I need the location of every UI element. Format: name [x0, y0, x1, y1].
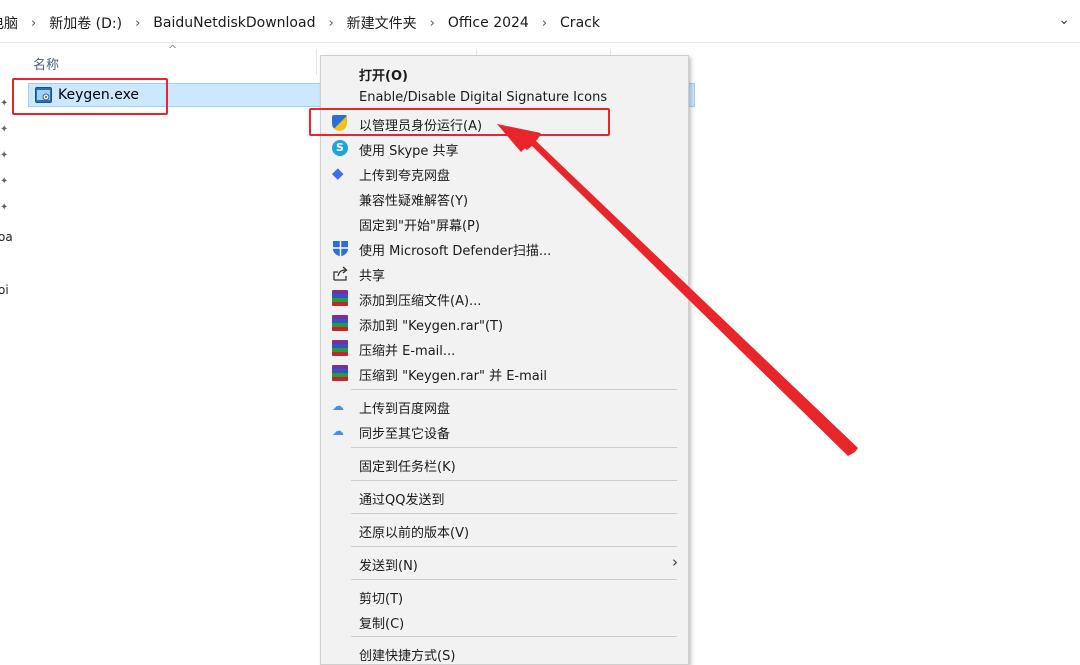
menu-item-restore-previous-versions[interactable]: 还原以前的版本(V)	[321, 518, 688, 542]
menu-item-label: 添加到压缩文件(A)...	[359, 294, 482, 309]
menu-item-label: 共享	[359, 269, 386, 284]
winrar-icon	[332, 290, 348, 306]
menu-item-label: 兼容性疑难解答(Y)	[359, 194, 469, 209]
chevron-down-icon[interactable]: ⌄	[1058, 12, 1070, 28]
menu-separator	[351, 447, 677, 448]
menu-separator	[351, 636, 677, 637]
baidu-netdisk-icon: ☁	[332, 399, 344, 413]
chevron-right-icon[interactable]: ›	[430, 16, 435, 31]
menu-separator	[351, 389, 677, 390]
breadcrumb-item-new-folder[interactable]: 新建文件夹	[347, 13, 417, 33]
chevron-right-icon[interactable]: ›	[31, 16, 36, 31]
chevron-right-icon[interactable]: ›	[135, 16, 140, 31]
share-icon	[333, 266, 348, 281]
quark-icon: ◆	[332, 164, 344, 182]
context-menu: 打开(O) Enable/Disable Digital Signature I…	[320, 55, 689, 665]
address-bar[interactable]: 电脑 › 新加卷 (D:) › BaiduNetdiskDownload › 新…	[0, 0, 1080, 43]
menu-item-label: 使用 Microsoft Defender扫描...	[359, 244, 552, 259]
menu-item-compress-to-keygen-rar-and-email[interactable]: 压缩到 "Keygen.rar" 并 E-mail	[321, 361, 688, 385]
menu-item-label: 固定到任务栏(K)	[359, 460, 456, 475]
menu-item-label: 同步至其它设备	[359, 427, 451, 442]
menu-item-label: 通过QQ发送到	[359, 493, 445, 508]
breadcrumb-item-drive-d[interactable]: 新加卷 (D:)	[49, 13, 122, 33]
winrar-icon	[332, 340, 348, 356]
winrar-icon	[332, 315, 348, 331]
pin-icon: ✦	[0, 124, 9, 135]
baidu-netdisk-icon: ☁	[332, 424, 344, 438]
menu-item-send-to[interactable]: 发送到(N) ›	[321, 551, 688, 575]
menu-item-label: 压缩到 "Keygen.rar" 并 E-mail	[359, 369, 547, 384]
menu-item-label: 固定到"开始"屏幕(P)	[359, 219, 480, 234]
defender-icon	[333, 241, 348, 257]
menu-item-upload-quark[interactable]: ◆ 上传到夸克网盘	[321, 161, 688, 185]
breadcrumb-item-computer[interactable]: 电脑	[0, 13, 18, 33]
menu-item-label: 上传到夸克网盘	[359, 169, 451, 184]
breadcrumb-item-crack[interactable]: Crack	[560, 15, 600, 31]
menu-item-digital-signature-icons[interactable]: Enable/Disable Digital Signature Icons	[321, 86, 688, 110]
nav-item-label[interactable]: oa	[0, 230, 13, 244]
menu-item-label: 上传到百度网盘	[359, 402, 451, 417]
menu-item-label: 打开(O)	[359, 69, 408, 84]
menu-item-label: 添加到 "Keygen.rar"(T)	[359, 319, 504, 334]
skype-icon: S	[332, 140, 348, 156]
annotation-highlight-file	[12, 78, 168, 115]
menu-item-compress-and-email[interactable]: 压缩并 E-mail...	[321, 336, 688, 360]
menu-separator	[351, 513, 677, 514]
menu-item-label: 使用 Skype 共享	[359, 144, 459, 159]
annotation-highlight-run-as-admin	[309, 108, 610, 136]
menu-separator	[351, 546, 677, 547]
menu-item-label: Enable/Disable Digital Signature Icons	[359, 90, 608, 105]
menu-item-pin-to-taskbar[interactable]: 固定到任务栏(K)	[321, 452, 688, 476]
menu-item-upload-baidu-netdisk[interactable]: ☁ 上传到百度网盘	[321, 394, 688, 418]
menu-item-send-via-qq[interactable]: 通过QQ发送到	[321, 485, 688, 509]
chevron-right-icon[interactable]: ›	[542, 16, 547, 31]
menu-item-cut[interactable]: 剪切(T)	[321, 584, 688, 608]
menu-item-create-shortcut[interactable]: 创建快捷方式(S)	[321, 641, 688, 665]
menu-item-copy[interactable]: 复制(C)	[321, 609, 688, 633]
column-name-header[interactable]: 名称	[33, 54, 59, 73]
breadcrumb-item-office-2024[interactable]: Office 2024	[448, 15, 529, 31]
menu-item-label: 剪切(T)	[359, 592, 404, 607]
menu-item-label: 发送到(N)	[359, 559, 418, 574]
winrar-icon	[332, 365, 348, 381]
menu-item-label: 创建快捷方式(S)	[359, 649, 456, 664]
sort-ascending-icon: ^	[168, 43, 178, 56]
menu-item-compatibility-troubleshoot[interactable]: 兼容性疑难解答(Y)	[321, 186, 688, 210]
nav-item-label[interactable]: oi	[0, 283, 9, 297]
menu-item-open[interactable]: 打开(O)	[321, 61, 688, 85]
pin-icon: ✦	[0, 202, 9, 213]
navigation-pane[interactable]: ✦ ✦ ✦ ✦ ✦ oa oi	[0, 43, 13, 657]
menu-separator	[351, 579, 677, 580]
breadcrumb: 电脑 › 新加卷 (D:) › BaiduNetdiskDownload › 新…	[0, 13, 600, 33]
menu-item-label: 压缩并 E-mail...	[359, 344, 456, 359]
chevron-right-icon[interactable]: ›	[328, 16, 333, 31]
menu-separator	[351, 480, 677, 481]
pin-icon: ✦	[0, 98, 9, 109]
menu-item-defender-scan[interactable]: 使用 Microsoft Defender扫描...	[321, 236, 688, 260]
chevron-right-icon: ›	[672, 553, 678, 571]
menu-item-add-to-keygen-rar[interactable]: 添加到 "Keygen.rar"(T)	[321, 311, 688, 335]
menu-item-label: 还原以前的版本(V)	[359, 526, 470, 541]
breadcrumb-item-baidunetdiskdownload[interactable]: BaiduNetdiskDownload	[153, 15, 315, 31]
pin-icon: ✦	[0, 150, 9, 161]
menu-item-label: 复制(C)	[359, 617, 405, 632]
column-divider[interactable]	[316, 49, 317, 75]
menu-item-add-to-archive[interactable]: 添加到压缩文件(A)...	[321, 286, 688, 310]
pin-icon: ✦	[0, 176, 9, 187]
menu-item-pin-to-start[interactable]: 固定到"开始"屏幕(P)	[321, 211, 688, 235]
menu-item-sync-other-devices[interactable]: ☁ 同步至其它设备	[321, 419, 688, 443]
menu-item-share[interactable]: 共享	[321, 261, 688, 285]
menu-item-share-with-skype[interactable]: S 使用 Skype 共享	[321, 136, 688, 160]
